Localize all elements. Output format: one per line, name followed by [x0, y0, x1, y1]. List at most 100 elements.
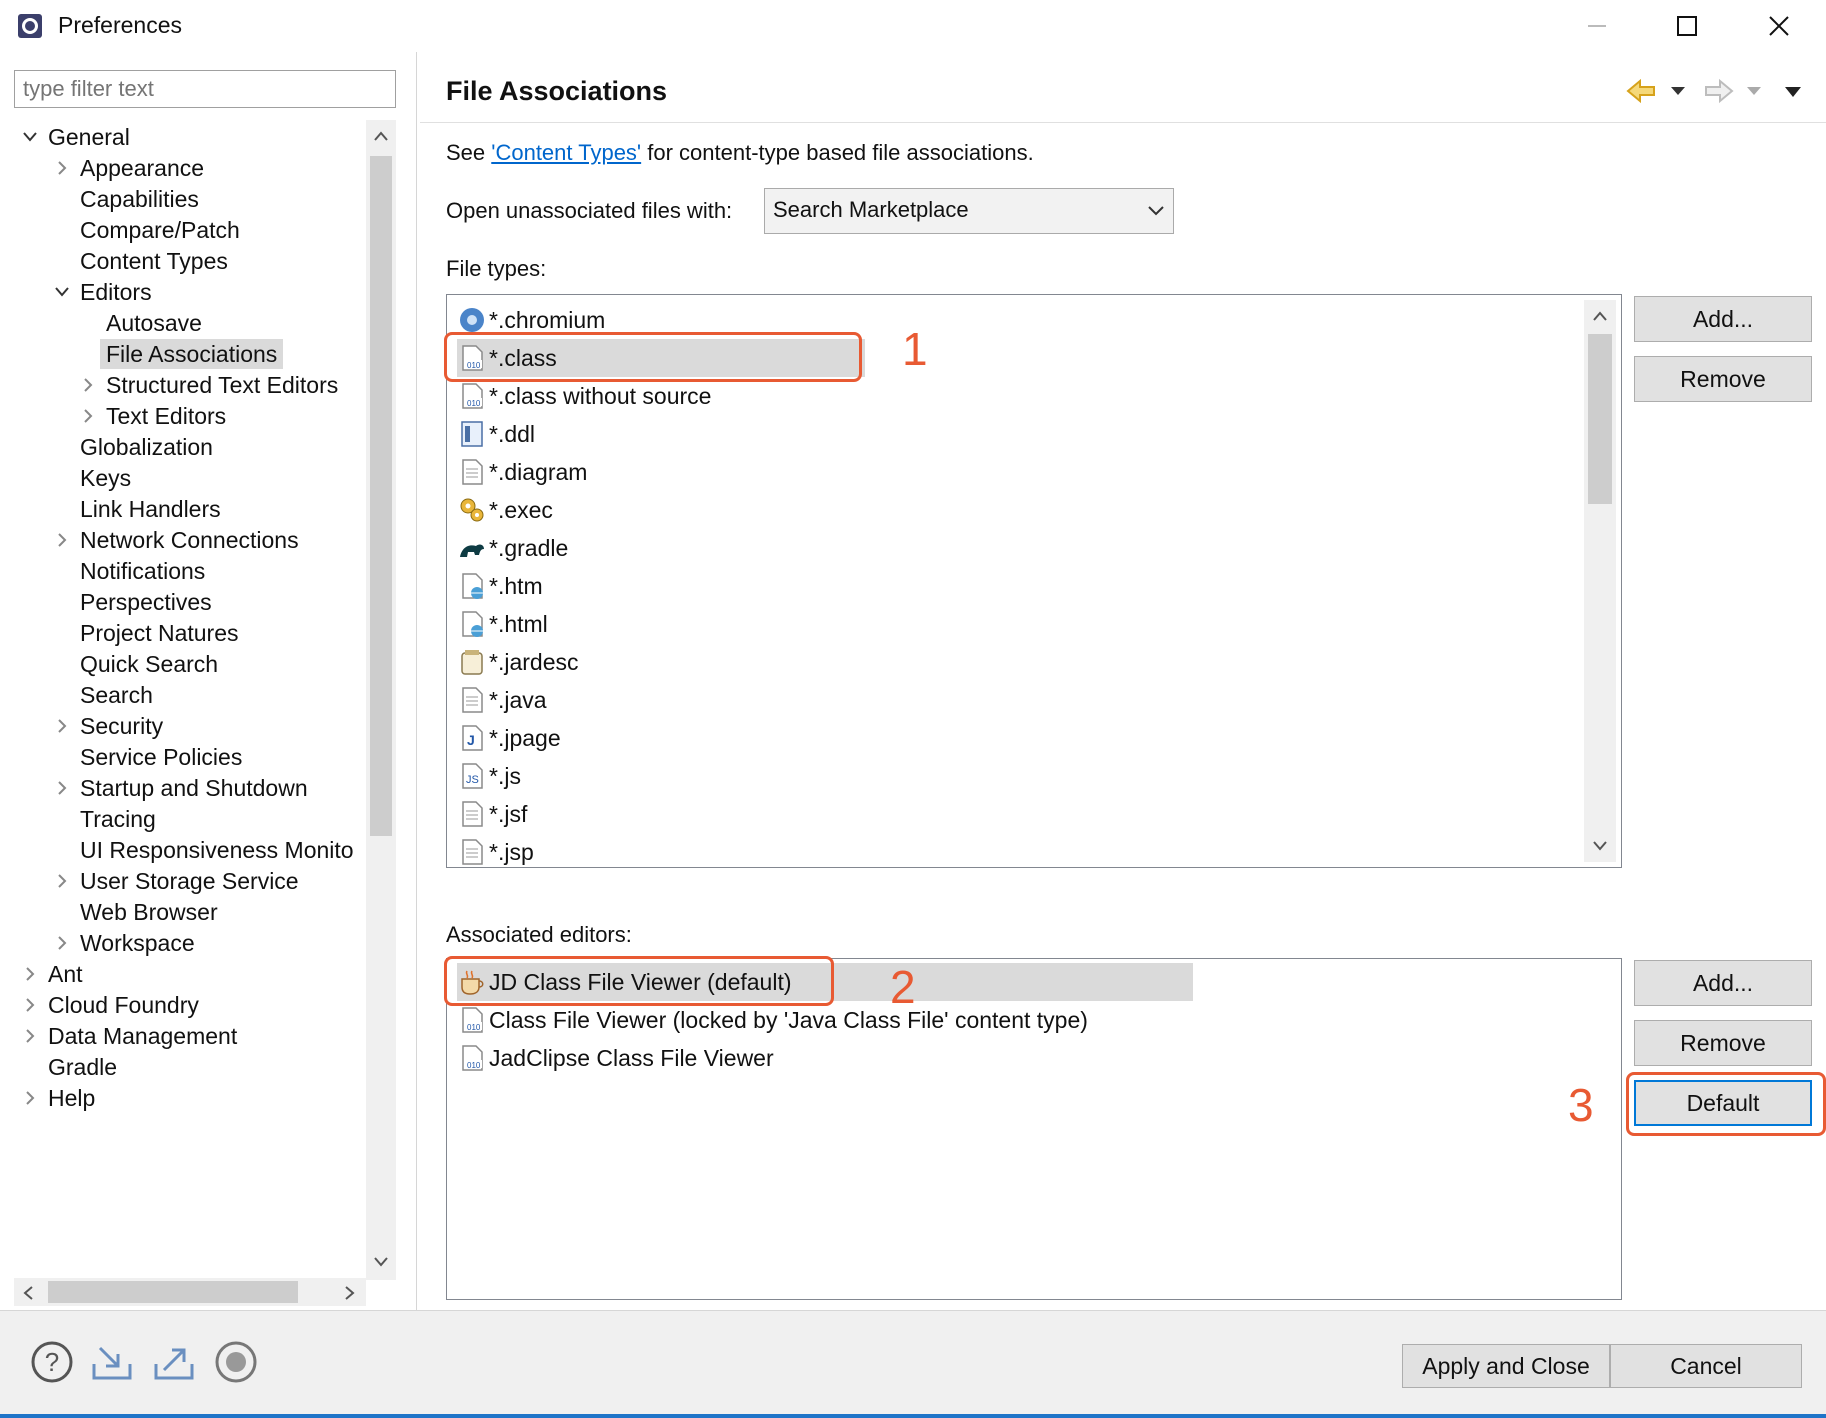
tree-item[interactable]: Startup and Shutdown — [54, 771, 314, 805]
minimize-button[interactable] — [1574, 8, 1620, 44]
tree-item[interactable]: Content Types — [54, 244, 234, 278]
window-title: Preferences — [58, 12, 183, 38]
tree-item[interactable]: Help — [22, 1081, 101, 1115]
close-button[interactable] — [1756, 8, 1802, 44]
tree-item[interactable]: User Storage Service — [54, 864, 305, 898]
tree-item[interactable]: Quick Search — [54, 647, 224, 681]
editor-row[interactable]: 010 JadClipse Class File Viewer — [457, 1039, 774, 1077]
tree-vertical-scrollbar[interactable] — [366, 120, 396, 1280]
collapse-chevron-icon[interactable] — [54, 151, 70, 185]
tree-item[interactable]: Compare/Patch — [54, 213, 246, 247]
help-icon[interactable]: ? — [30, 1340, 74, 1384]
tree-item[interactable]: Ant — [22, 957, 89, 991]
scroll-down-icon[interactable] — [373, 1256, 389, 1268]
file-type-remove-button[interactable]: Remove — [1634, 356, 1812, 402]
tree-item[interactable]: Keys — [54, 461, 137, 495]
tree-item[interactable]: Capabilities — [54, 182, 205, 216]
file-types-scrollbar[interactable] — [1584, 300, 1616, 862]
file-type-row[interactable]: *.jsf — [457, 795, 527, 833]
tree-horizontal-scrollbar[interactable] — [14, 1278, 366, 1306]
file-type-row[interactable]: *.html — [457, 605, 548, 643]
tree-item[interactable]: Service Policies — [54, 740, 248, 774]
file-type-row[interactable]: J *.jpage — [457, 719, 561, 757]
collapse-chevron-icon[interactable] — [54, 709, 70, 743]
file-type-row[interactable]: *.jardesc — [457, 643, 578, 681]
expand-chevron-icon[interactable] — [22, 120, 38, 154]
back-arrow-icon[interactable] — [1626, 78, 1658, 104]
tree-item[interactable]: Tracing — [54, 802, 162, 836]
forward-dropdown-icon[interactable] — [1746, 86, 1762, 96]
collapse-chevron-icon[interactable] — [22, 957, 38, 991]
collapse-chevron-icon[interactable] — [54, 523, 70, 557]
tree-scroll-thumb[interactable] — [370, 156, 392, 836]
tree-item[interactable]: Search — [54, 678, 159, 712]
tree-item[interactable]: Cloud Foundry — [22, 988, 205, 1022]
tree-item[interactable]: Workspace — [54, 926, 201, 960]
content-types-link[interactable]: 'Content Types' — [491, 140, 641, 165]
scroll-up-icon[interactable] — [1592, 310, 1608, 322]
open-unassociated-select[interactable]: Search Marketplace — [764, 188, 1174, 234]
cancel-button[interactable]: Cancel — [1610, 1344, 1802, 1388]
file-type-row[interactable]: *.exec — [457, 491, 553, 529]
editor-add-button[interactable]: Add... — [1634, 960, 1812, 1006]
editor-row[interactable]: 010 Class File Viewer (locked by 'Java Cl… — [457, 1001, 1088, 1039]
tree-item[interactable]: General — [22, 120, 136, 154]
tree-item[interactable]: File Associations — [80, 337, 284, 371]
back-dropdown-icon[interactable] — [1670, 86, 1686, 96]
file-types-scroll-thumb[interactable] — [1588, 334, 1612, 504]
export-icon[interactable] — [152, 1340, 196, 1384]
collapse-chevron-icon[interactable] — [22, 1019, 38, 1053]
tree-item[interactable]: Link Handlers — [54, 492, 227, 526]
tree-item[interactable]: Globalization — [54, 430, 219, 464]
file-type-row[interactable]: *.jsp — [457, 833, 534, 867]
file-type-row[interactable]: *.diagram — [457, 453, 587, 491]
file-type-label: *.jsp — [489, 839, 534, 865]
collapse-chevron-icon[interactable] — [22, 988, 38, 1022]
tree-item[interactable]: Perspectives — [54, 585, 218, 619]
file-type-row[interactable]: *.java — [457, 681, 547, 719]
view-menu-icon[interactable] — [1784, 86, 1802, 98]
file-type-row[interactable]: JS *.js — [457, 757, 521, 795]
tree-item[interactable]: Autosave — [80, 306, 208, 340]
tree-item[interactable]: Project Natures — [54, 616, 245, 650]
file-type-row[interactable]: *.ddl — [457, 415, 535, 453]
apply-and-close-button[interactable]: Apply and Close — [1402, 1344, 1610, 1388]
file-type-row[interactable]: *.htm — [457, 567, 543, 605]
file-type-add-button[interactable]: Add... — [1634, 296, 1812, 342]
associated-editors-list[interactable]: JD Class File Viewer (default) 010 Class F… — [446, 958, 1622, 1300]
tree-item-label: Workspace — [80, 930, 195, 956]
collapse-chevron-icon[interactable] — [54, 926, 70, 960]
collapse-chevron-icon[interactable] — [54, 864, 70, 898]
maximize-button[interactable] — [1664, 8, 1710, 44]
tree-item[interactable]: UI Responsiveness Monito — [54, 833, 360, 867]
record-icon[interactable] — [214, 1340, 258, 1384]
file-type-row[interactable]: *.gradle — [457, 529, 568, 567]
tree-item[interactable]: Data Management — [22, 1019, 243, 1053]
tree-item[interactable]: Structured Text Editors — [80, 368, 344, 402]
scroll-up-icon[interactable] — [373, 130, 389, 142]
editor-remove-button[interactable]: Remove — [1634, 1020, 1812, 1066]
tree-item[interactable]: Web Browser — [54, 895, 224, 929]
scroll-right-icon[interactable] — [344, 1285, 356, 1301]
forward-arrow-icon[interactable] — [1702, 78, 1734, 104]
tree-item[interactable]: Editors — [54, 275, 158, 309]
import-icon[interactable] — [90, 1340, 134, 1384]
text-file-icon — [462, 839, 483, 865]
tree-hscroll-thumb[interactable] — [48, 1281, 298, 1303]
tree-item[interactable]: Text Editors — [80, 399, 232, 433]
collapse-chevron-icon[interactable] — [80, 399, 96, 433]
file-type-row[interactable]: 010 *.class without source — [457, 377, 711, 415]
scroll-left-icon[interactable] — [22, 1285, 34, 1301]
expand-chevron-icon[interactable] — [54, 275, 70, 309]
tree-item[interactable]: Appearance — [54, 151, 210, 185]
tree-item[interactable]: Notifications — [54, 554, 211, 588]
collapse-chevron-icon[interactable] — [22, 1081, 38, 1115]
collapse-chevron-icon[interactable] — [54, 771, 70, 805]
tree-item[interactable]: Security — [54, 709, 169, 743]
collapse-chevron-icon[interactable] — [80, 368, 96, 402]
tree-item[interactable]: Network Connections — [54, 523, 305, 557]
filter-input[interactable] — [14, 70, 396, 108]
annotation-number-2: 2 — [890, 961, 916, 1013]
scroll-down-icon[interactable] — [1592, 840, 1608, 852]
tree-item[interactable]: Gradle — [22, 1050, 123, 1084]
